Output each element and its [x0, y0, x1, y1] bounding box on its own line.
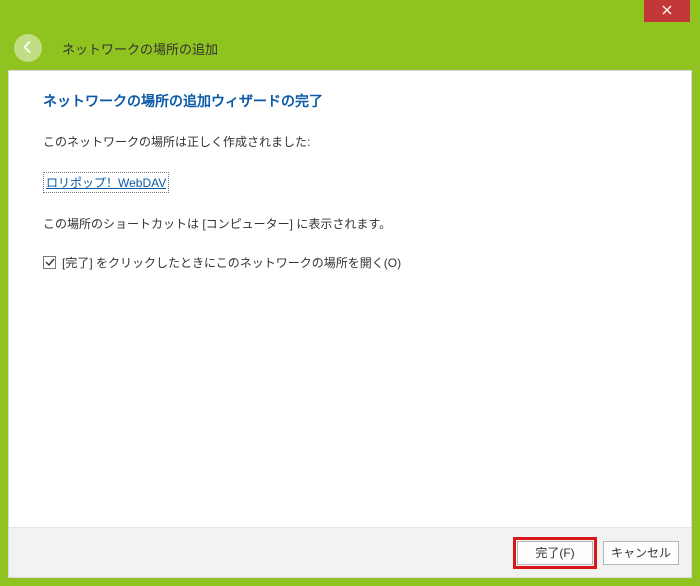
- titlebar: ネットワークの場所の追加: [0, 30, 700, 66]
- check-icon: [45, 256, 55, 270]
- shortcut-message: この場所のショートカットは [コンピューター] に表示されます。: [43, 215, 657, 232]
- finish-button[interactable]: 完了(F): [517, 541, 593, 565]
- back-button[interactable]: [14, 34, 42, 62]
- location-link-line: ロリポップ！WebDAV: [43, 172, 657, 193]
- open-after-finish-checkbox[interactable]: [43, 256, 56, 269]
- wizard-window: ネットワークの場所の追加 ネットワークの場所の追加ウィザードの完了 このネットワ…: [0, 0, 700, 586]
- content-panel: ネットワークの場所の追加ウィザードの完了 このネットワークの場所は正しく作成され…: [8, 70, 692, 578]
- open-after-finish-row: [完了] をクリックしたときにこのネットワークの場所を開く(O): [43, 254, 657, 271]
- wizard-footer: 完了(F) キャンセル: [9, 527, 691, 577]
- wizard-heading: ネットワークの場所の追加ウィザードの完了: [43, 91, 657, 111]
- close-icon: [662, 4, 672, 18]
- close-button[interactable]: [644, 0, 690, 22]
- cancel-button[interactable]: キャンセル: [603, 541, 679, 565]
- open-after-finish-label: [完了] をクリックしたときにこのネットワークの場所を開く(O): [62, 254, 401, 271]
- created-message: このネットワークの場所は正しく作成されました:: [43, 133, 657, 150]
- content-body: ネットワークの場所の追加ウィザードの完了 このネットワークの場所は正しく作成され…: [9, 71, 691, 527]
- location-link[interactable]: ロリポップ！WebDAV: [43, 172, 169, 193]
- window-title: ネットワークの場所の追加: [62, 39, 218, 58]
- arrow-left-icon: [21, 40, 35, 57]
